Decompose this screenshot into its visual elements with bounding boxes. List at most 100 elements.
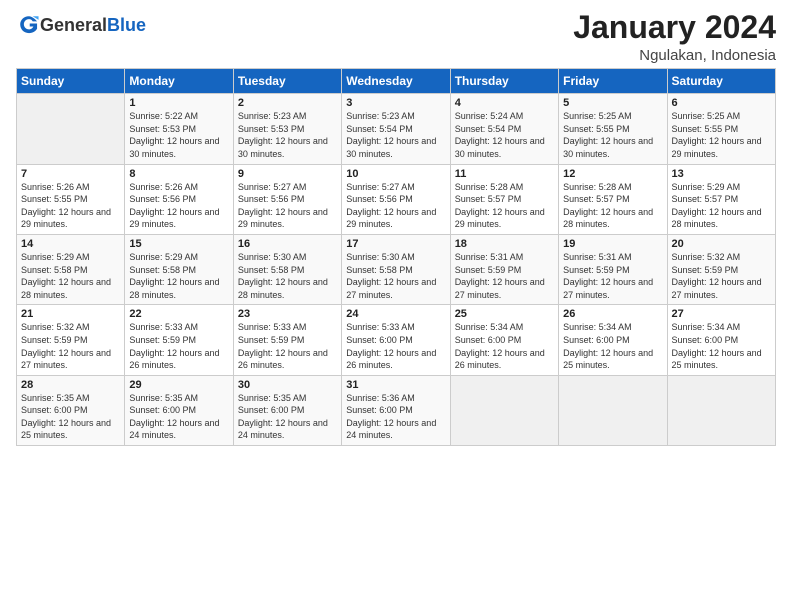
- table-cell: 28Sunrise: 5:35 AM Sunset: 6:00 PM Dayli…: [17, 375, 125, 445]
- calendar-body: 1Sunrise: 5:22 AM Sunset: 5:53 PM Daylig…: [17, 94, 776, 446]
- day-number: 18: [455, 238, 554, 250]
- day-number: 16: [238, 238, 337, 250]
- table-cell: 29Sunrise: 5:35 AM Sunset: 6:00 PM Dayli…: [125, 375, 233, 445]
- day-info: Sunrise: 5:32 AM Sunset: 5:59 PM Dayligh…: [21, 321, 120, 371]
- day-info: Sunrise: 5:34 AM Sunset: 6:00 PM Dayligh…: [672, 321, 771, 371]
- table-cell: 20Sunrise: 5:32 AM Sunset: 5:59 PM Dayli…: [667, 234, 775, 304]
- col-monday: Monday: [125, 69, 233, 94]
- day-number: 30: [238, 379, 337, 391]
- subtitle: Ngulakan, Indonesia: [573, 47, 776, 64]
- table-cell: 16Sunrise: 5:30 AM Sunset: 5:58 PM Dayli…: [233, 234, 341, 304]
- calendar-header: Sunday Monday Tuesday Wednesday Thursday…: [17, 69, 776, 94]
- day-info: Sunrise: 5:25 AM Sunset: 5:55 PM Dayligh…: [563, 110, 662, 160]
- day-info: Sunrise: 5:29 AM Sunset: 5:58 PM Dayligh…: [129, 251, 228, 301]
- table-cell: 18Sunrise: 5:31 AM Sunset: 5:59 PM Dayli…: [450, 234, 558, 304]
- table-cell: 4Sunrise: 5:24 AM Sunset: 5:54 PM Daylig…: [450, 94, 558, 164]
- day-number: 14: [21, 238, 120, 250]
- table-cell: 12Sunrise: 5:28 AM Sunset: 5:57 PM Dayli…: [559, 164, 667, 234]
- day-number: 22: [129, 308, 228, 320]
- table-cell: 5Sunrise: 5:25 AM Sunset: 5:55 PM Daylig…: [559, 94, 667, 164]
- day-number: 27: [672, 308, 771, 320]
- day-number: 25: [455, 308, 554, 320]
- table-cell: 31Sunrise: 5:36 AM Sunset: 6:00 PM Dayli…: [342, 375, 450, 445]
- day-number: 13: [672, 168, 771, 180]
- day-info: Sunrise: 5:28 AM Sunset: 5:57 PM Dayligh…: [455, 181, 554, 231]
- page-container: GeneralBlue January 2024 Ngulakan, Indon…: [0, 0, 792, 454]
- day-info: Sunrise: 5:35 AM Sunset: 6:00 PM Dayligh…: [129, 392, 228, 442]
- table-cell: 17Sunrise: 5:30 AM Sunset: 5:58 PM Dayli…: [342, 234, 450, 304]
- day-number: 31: [346, 379, 445, 391]
- day-info: Sunrise: 5:30 AM Sunset: 5:58 PM Dayligh…: [238, 251, 337, 301]
- logo-text: GeneralBlue: [40, 15, 146, 36]
- calendar-table: Sunday Monday Tuesday Wednesday Thursday…: [16, 68, 776, 446]
- table-cell: 24Sunrise: 5:33 AM Sunset: 6:00 PM Dayli…: [342, 305, 450, 375]
- day-info: Sunrise: 5:36 AM Sunset: 6:00 PM Dayligh…: [346, 392, 445, 442]
- day-info: Sunrise: 5:26 AM Sunset: 5:55 PM Dayligh…: [21, 181, 120, 231]
- day-number: 15: [129, 238, 228, 250]
- header: GeneralBlue January 2024 Ngulakan, Indon…: [16, 10, 776, 64]
- logo: GeneralBlue: [16, 14, 146, 36]
- day-info: Sunrise: 5:29 AM Sunset: 5:58 PM Dayligh…: [21, 251, 120, 301]
- table-cell: 9Sunrise: 5:27 AM Sunset: 5:56 PM Daylig…: [233, 164, 341, 234]
- table-cell: 2Sunrise: 5:23 AM Sunset: 5:53 PM Daylig…: [233, 94, 341, 164]
- day-info: Sunrise: 5:24 AM Sunset: 5:54 PM Dayligh…: [455, 110, 554, 160]
- table-cell: [17, 94, 125, 164]
- col-saturday: Saturday: [667, 69, 775, 94]
- day-number: 23: [238, 308, 337, 320]
- table-cell: 1Sunrise: 5:22 AM Sunset: 5:53 PM Daylig…: [125, 94, 233, 164]
- table-cell: [559, 375, 667, 445]
- day-info: Sunrise: 5:33 AM Sunset: 5:59 PM Dayligh…: [129, 321, 228, 371]
- table-cell: 21Sunrise: 5:32 AM Sunset: 5:59 PM Dayli…: [17, 305, 125, 375]
- day-info: Sunrise: 5:33 AM Sunset: 6:00 PM Dayligh…: [346, 321, 445, 371]
- day-info: Sunrise: 5:25 AM Sunset: 5:55 PM Dayligh…: [672, 110, 771, 160]
- day-info: Sunrise: 5:29 AM Sunset: 5:57 PM Dayligh…: [672, 181, 771, 231]
- table-cell: 26Sunrise: 5:34 AM Sunset: 6:00 PM Dayli…: [559, 305, 667, 375]
- table-cell: 11Sunrise: 5:28 AM Sunset: 5:57 PM Dayli…: [450, 164, 558, 234]
- day-info: Sunrise: 5:22 AM Sunset: 5:53 PM Dayligh…: [129, 110, 228, 160]
- title-block: January 2024 Ngulakan, Indonesia: [573, 10, 776, 64]
- day-number: 4: [455, 97, 554, 109]
- main-title: January 2024: [573, 10, 776, 45]
- day-number: 9: [238, 168, 337, 180]
- day-info: Sunrise: 5:34 AM Sunset: 6:00 PM Dayligh…: [563, 321, 662, 371]
- day-number: 8: [129, 168, 228, 180]
- day-info: Sunrise: 5:30 AM Sunset: 5:58 PM Dayligh…: [346, 251, 445, 301]
- day-number: 6: [672, 97, 771, 109]
- table-cell: 25Sunrise: 5:34 AM Sunset: 6:00 PM Dayli…: [450, 305, 558, 375]
- day-number: 2: [238, 97, 337, 109]
- table-cell: [667, 375, 775, 445]
- day-info: Sunrise: 5:28 AM Sunset: 5:57 PM Dayligh…: [563, 181, 662, 231]
- col-sunday: Sunday: [17, 69, 125, 94]
- day-info: Sunrise: 5:35 AM Sunset: 6:00 PM Dayligh…: [238, 392, 337, 442]
- day-info: Sunrise: 5:23 AM Sunset: 5:53 PM Dayligh…: [238, 110, 337, 160]
- table-cell: 3Sunrise: 5:23 AM Sunset: 5:54 PM Daylig…: [342, 94, 450, 164]
- table-cell: 13Sunrise: 5:29 AM Sunset: 5:57 PM Dayli…: [667, 164, 775, 234]
- day-info: Sunrise: 5:32 AM Sunset: 5:59 PM Dayligh…: [672, 251, 771, 301]
- table-cell: 7Sunrise: 5:26 AM Sunset: 5:55 PM Daylig…: [17, 164, 125, 234]
- table-cell: 27Sunrise: 5:34 AM Sunset: 6:00 PM Dayli…: [667, 305, 775, 375]
- day-info: Sunrise: 5:27 AM Sunset: 5:56 PM Dayligh…: [346, 181, 445, 231]
- day-number: 7: [21, 168, 120, 180]
- day-number: 5: [563, 97, 662, 109]
- table-cell: [450, 375, 558, 445]
- day-info: Sunrise: 5:33 AM Sunset: 5:59 PM Dayligh…: [238, 321, 337, 371]
- day-number: 20: [672, 238, 771, 250]
- day-number: 24: [346, 308, 445, 320]
- table-cell: 8Sunrise: 5:26 AM Sunset: 5:56 PM Daylig…: [125, 164, 233, 234]
- logo-icon: [18, 14, 40, 36]
- day-info: Sunrise: 5:34 AM Sunset: 6:00 PM Dayligh…: [455, 321, 554, 371]
- col-friday: Friday: [559, 69, 667, 94]
- day-number: 29: [129, 379, 228, 391]
- day-number: 19: [563, 238, 662, 250]
- table-cell: 14Sunrise: 5:29 AM Sunset: 5:58 PM Dayli…: [17, 234, 125, 304]
- table-cell: 23Sunrise: 5:33 AM Sunset: 5:59 PM Dayli…: [233, 305, 341, 375]
- day-info: Sunrise: 5:23 AM Sunset: 5:54 PM Dayligh…: [346, 110, 445, 160]
- table-cell: 30Sunrise: 5:35 AM Sunset: 6:00 PM Dayli…: [233, 375, 341, 445]
- day-number: 3: [346, 97, 445, 109]
- table-cell: 15Sunrise: 5:29 AM Sunset: 5:58 PM Dayli…: [125, 234, 233, 304]
- day-number: 28: [21, 379, 120, 391]
- col-wednesday: Wednesday: [342, 69, 450, 94]
- day-number: 11: [455, 168, 554, 180]
- day-number: 1: [129, 97, 228, 109]
- logo-blue: Blue: [107, 15, 146, 35]
